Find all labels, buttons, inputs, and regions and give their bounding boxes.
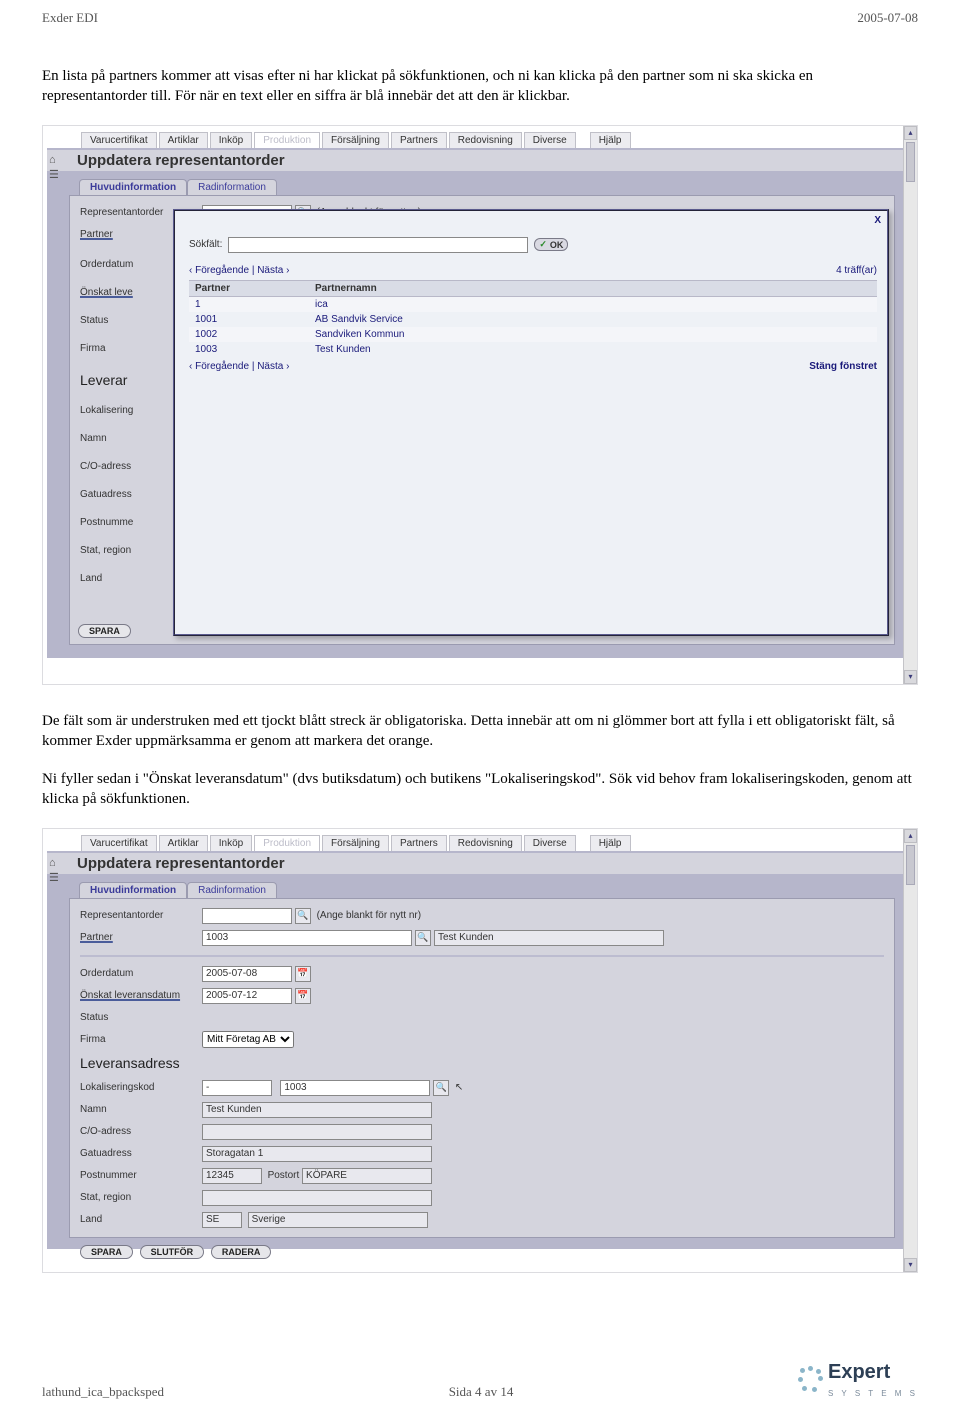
menu-redovisning[interactable]: Redovisning — [449, 132, 522, 148]
cursor-icon: ↖ — [455, 1082, 463, 1093]
orderdatum-input[interactable]: 2005-07-08 — [202, 966, 292, 982]
search-popup: X Sökfält: OK ‹ Föregående | Nästa ›4 tr… — [173, 209, 889, 636]
menu-hjalp[interactable]: Hjälp — [590, 835, 631, 851]
firma-select[interactable]: Mitt Företag AB — [202, 1031, 294, 1048]
finish-button[interactable]: SLUTFÖR — [140, 1245, 205, 1259]
ok-button[interactable]: OK — [534, 238, 568, 251]
menu-hjalp[interactable]: Hjälp — [590, 132, 631, 148]
menu-diverse[interactable]: Diverse — [524, 132, 576, 148]
paragraph-1: En lista på partners kommer att visas ef… — [42, 66, 918, 107]
screenshot-1: ⌂ ☰ Varucertifikat Artiklar Inköp Produkt… — [42, 125, 918, 685]
list-icon: ☰ — [49, 871, 59, 884]
tab-huvudinformation[interactable]: Huvudinformation — [79, 882, 187, 898]
menu-diverse[interactable]: Diverse — [524, 835, 576, 851]
menu-produktion[interactable]: Produktion — [254, 835, 320, 851]
search-icon[interactable]: 🔍 — [433, 1080, 449, 1096]
close-icon[interactable]: X — [874, 215, 881, 226]
repr-order-input[interactable] — [202, 908, 292, 924]
menu-redovisning[interactable]: Redovisning — [449, 835, 522, 851]
home-icon: ⌂ — [49, 154, 59, 166]
calendar-icon[interactable]: 📅 — [295, 966, 311, 982]
delete-button[interactable]: RADERA — [211, 1245, 272, 1259]
page-title: Uppdatera representantorder — [47, 150, 903, 171]
menu-forsaljning[interactable]: Försäljning — [322, 835, 389, 851]
footer-page: Sida 4 av 14 — [449, 1384, 514, 1400]
partner-input[interactable]: 1003 — [202, 930, 412, 946]
screenshot-2: ⌂ ☰ Varucertifikat Artiklar Inköp Produkt… — [42, 828, 918, 1273]
tab-radinformation[interactable]: Radinformation — [187, 179, 277, 195]
table-row[interactable]: 1ica — [189, 297, 877, 312]
doc-title: Exder EDI — [42, 10, 98, 26]
paragraph-3: Ni fyller sedan i "Önskat leveransdatum"… — [42, 769, 918, 810]
menu-inkop[interactable]: Inköp — [210, 835, 252, 851]
calendar-icon[interactable]: 📅 — [295, 988, 311, 1004]
search-input[interactable] — [228, 237, 528, 253]
table-row[interactable]: 1002Sandviken Kommun — [189, 327, 877, 342]
home-icon: ⌂ — [49, 857, 59, 869]
paragraph-2: De fält som är understruken med ett tjoc… — [42, 711, 918, 752]
footer-left: lathund_ica_bpacksped — [42, 1384, 164, 1400]
table-row[interactable]: 1001AB Sandvik Service — [189, 312, 877, 327]
search-icon[interactable]: 🔍 — [295, 908, 311, 924]
tab-huvudinformation[interactable]: Huvudinformation — [79, 179, 187, 195]
menu-varucertifikat[interactable]: Varucertifikat — [81, 132, 157, 148]
menu-produktion[interactable]: Produktion — [254, 132, 320, 148]
label-sokfalt: Sökfält: — [189, 239, 222, 250]
list-icon: ☰ — [49, 168, 59, 181]
close-window-link[interactable]: Stäng fönstret — [809, 361, 877, 372]
menu-partners[interactable]: Partners — [391, 132, 447, 148]
menu-artiklar[interactable]: Artiklar — [159, 132, 208, 148]
table-row[interactable]: 1003Test Kunden — [189, 342, 877, 357]
scrollbar[interactable]: ▴▾ — [903, 126, 917, 684]
menu-varucertifikat[interactable]: Varucertifikat — [81, 835, 157, 851]
lokkod-input[interactable]: - — [202, 1080, 272, 1096]
doc-date: 2005-07-08 — [857, 10, 918, 26]
save-button[interactable]: SPARA — [78, 624, 131, 638]
menu-artiklar[interactable]: Artiklar — [159, 835, 208, 851]
page-title: Uppdatera representantorder — [47, 853, 903, 874]
expert-logo: ExpertS Y S T E M S — [798, 1361, 918, 1400]
menu-partners[interactable]: Partners — [391, 835, 447, 851]
save-button[interactable]: SPARA — [80, 1245, 133, 1259]
scrollbar[interactable]: ▴▾ — [903, 829, 917, 1272]
menu-forsaljning[interactable]: Försäljning — [322, 132, 389, 148]
search-icon[interactable]: 🔍 — [415, 930, 431, 946]
tab-radinformation[interactable]: Radinformation — [187, 882, 277, 898]
onskat-input[interactable]: 2005-07-12 — [202, 988, 292, 1004]
menu-inkop[interactable]: Inköp — [210, 132, 252, 148]
